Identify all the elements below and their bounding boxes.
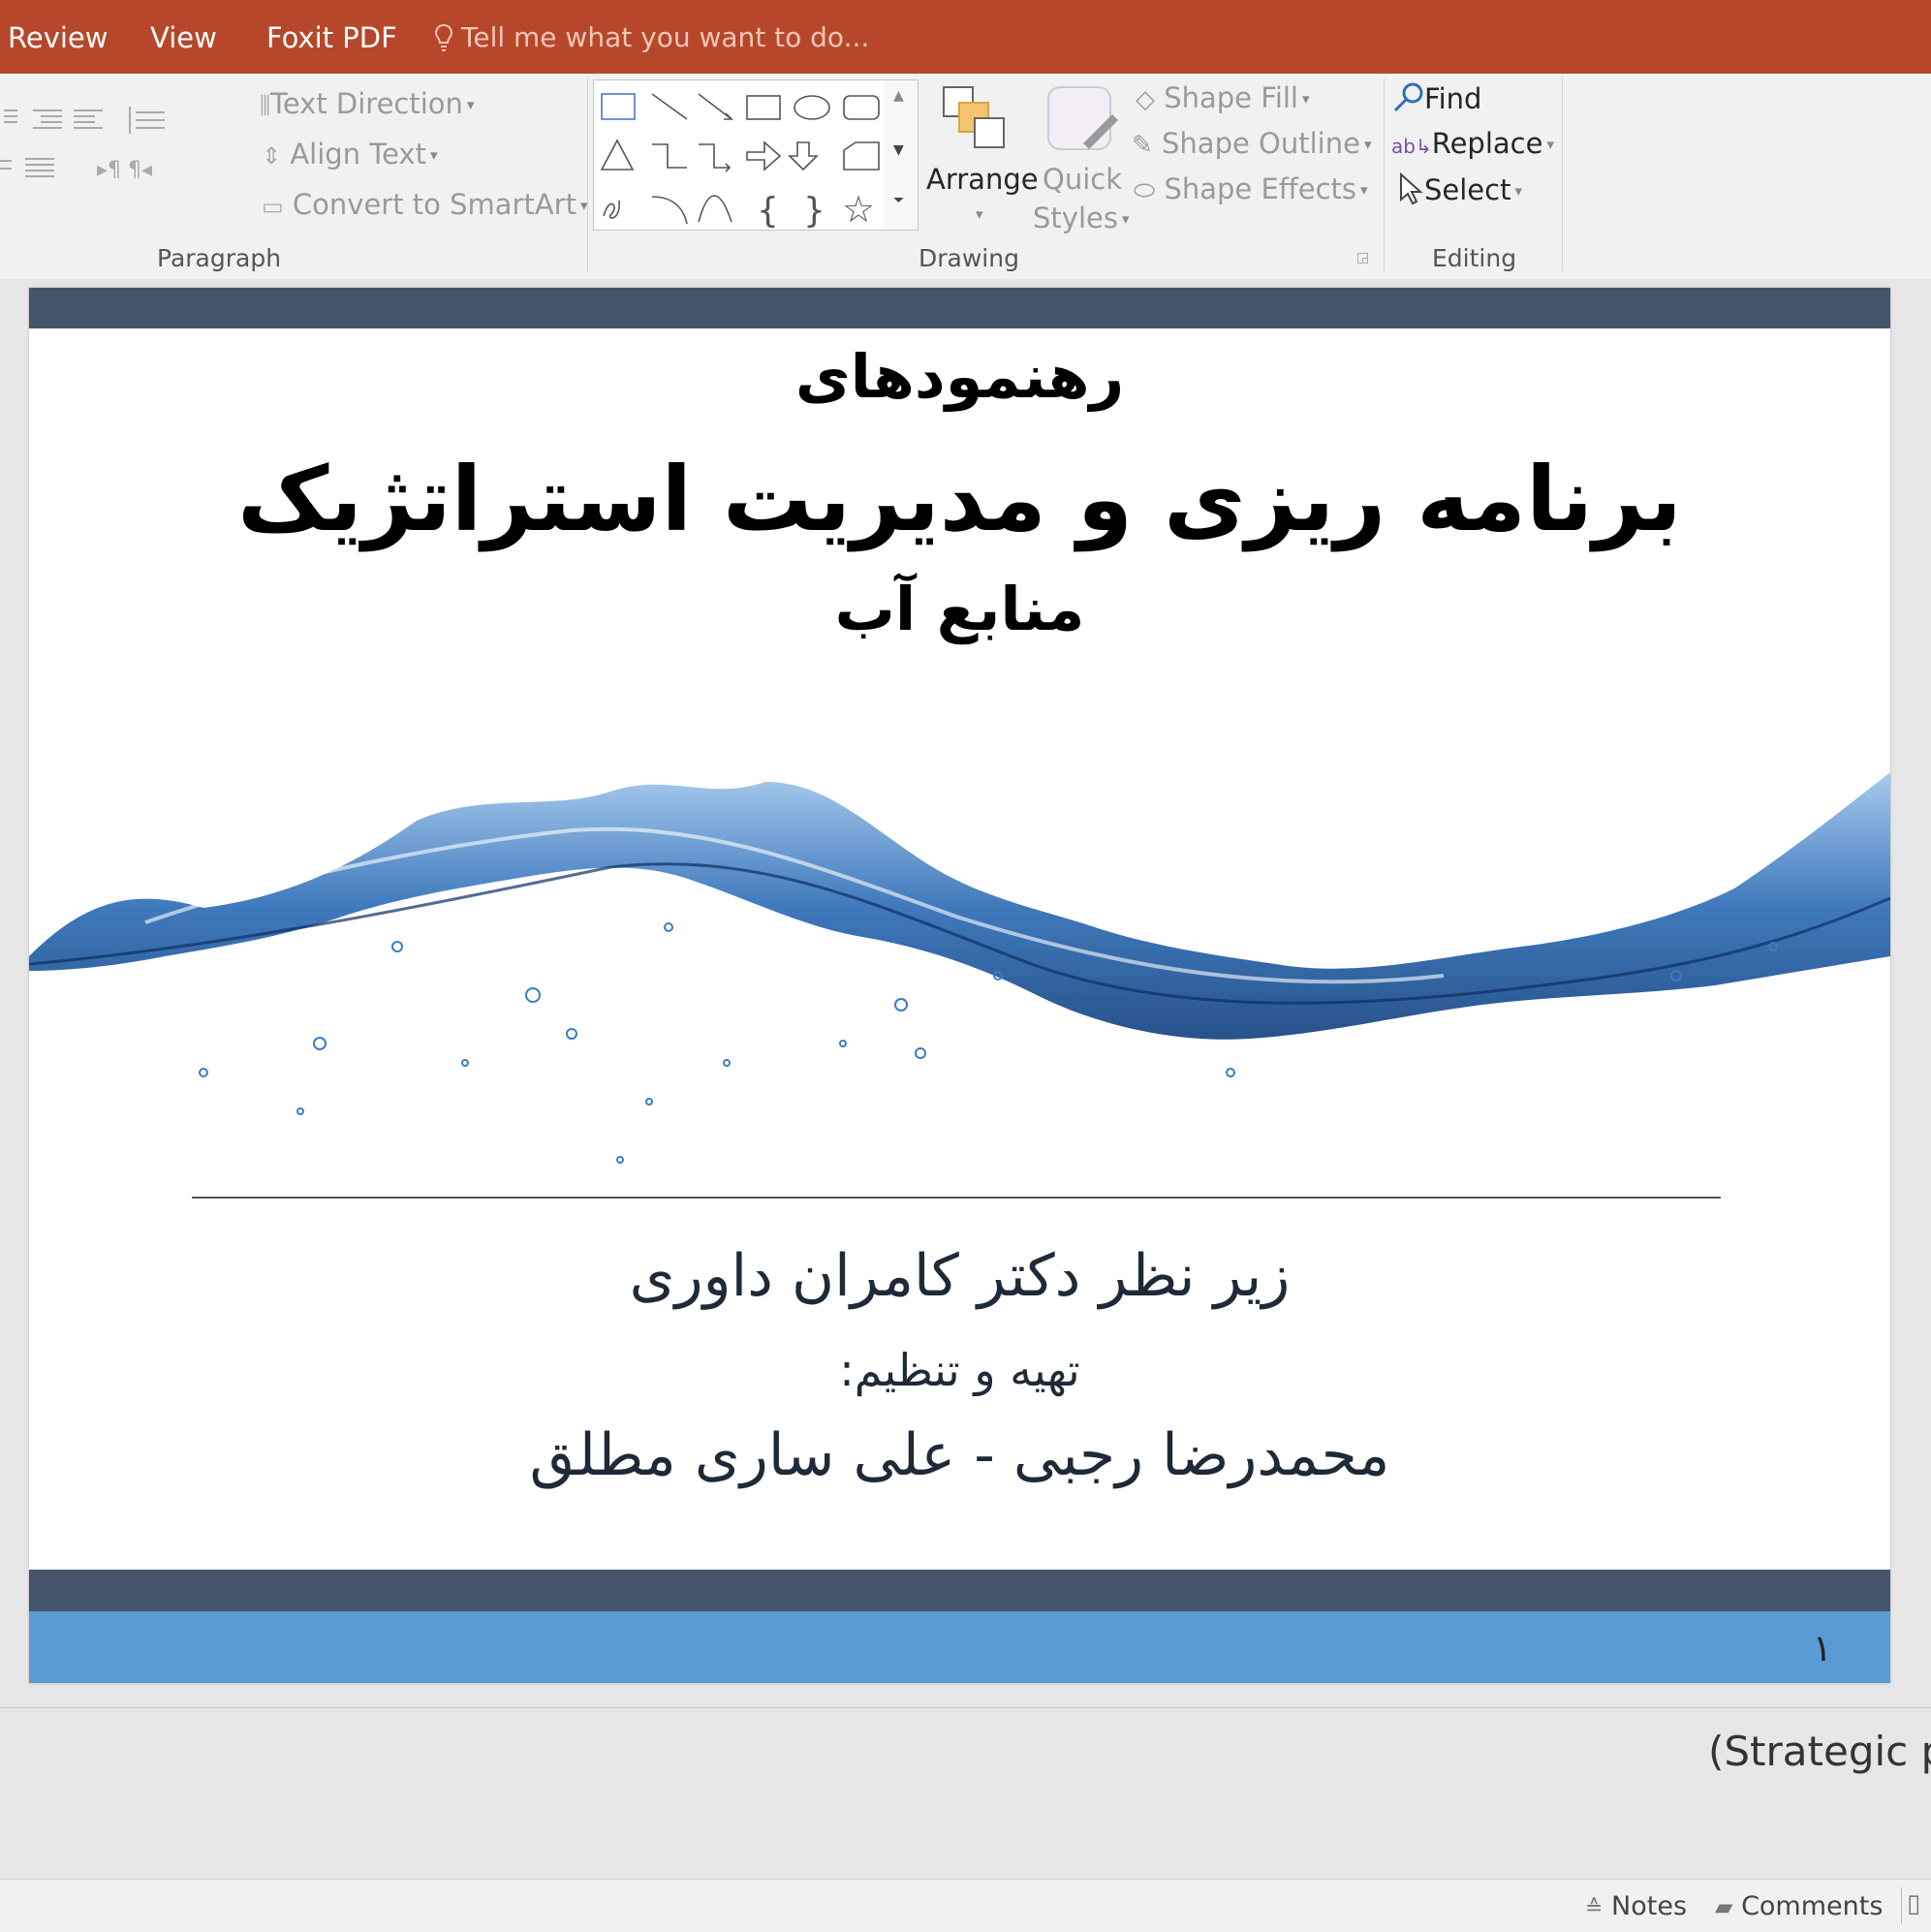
slide-top-band [29, 288, 1890, 328]
ribbon: ▸¶ ¶◂ ⫼Text Direction ▾ ⇕ Align Text ▾ ▭ C… [0, 74, 1931, 280]
tell-me-search[interactable]: Tell me what you want to do... [434, 21, 869, 53]
find-button[interactable]: Find [1391, 81, 1481, 115]
shape-outline-button[interactable]: ✎ Shape Outline ▾ [1132, 127, 1372, 160]
shape-fill-button[interactable]: ◇ Shape Fill ▾ [1136, 81, 1310, 114]
align-text-icon: ⇕ [262, 142, 282, 170]
cursor-icon [1400, 171, 1423, 205]
group-separator [1384, 78, 1385, 271]
lightbulb-icon [434, 23, 453, 51]
shape-effects-icon: ⬭ [1134, 176, 1156, 205]
smartart-icon: ▭ [262, 193, 284, 220]
slide-editor-area: رهنمودهای برنامه ریزی و مدیریت استراتژیک… [0, 279, 1931, 1707]
paragraph-group-label: Paragraph [157, 244, 282, 272]
arrange-dropdown-caret[interactable]: ▾ [976, 205, 983, 223]
svg-text:{: { [757, 191, 779, 230]
notes-toggle-button[interactable]: ≙ Notes [1585, 1891, 1687, 1921]
svg-text:▸¶ ¶◂: ▸¶ ¶◂ [97, 158, 152, 182]
drawing-dialog-launcher-icon[interactable]: ◲ [1356, 250, 1369, 265]
status-separator [1901, 1887, 1902, 1924]
slide-title-line1[interactable]: رهنمودهای [29, 341, 1890, 412]
ribbon-tab-bar: Review View Foxit PDF Tell me what you w… [0, 0, 1931, 74]
scroll-down-icon[interactable]: ▼ [893, 142, 904, 158]
replace-icon: ab↳ [1391, 135, 1432, 158]
normal-view-icon[interactable]: ▯ [1907, 1889, 1920, 1918]
shapes-gallery-scroll[interactable]: ▲ ▼ ⏷ [885, 79, 919, 231]
slide-1[interactable]: رهنمودهای برنامه ریزی و مدیریت استراتژیک… [29, 288, 1890, 1683]
shapes-gallery[interactable]: { } ☆ [593, 79, 886, 231]
group-separator [587, 78, 588, 271]
shape-effects-button[interactable]: ⬭ Shape Effects ▾ [1134, 172, 1368, 206]
arrange-button[interactable]: Arrange [926, 163, 1039, 196]
replace-button[interactable]: ab↳Replace ▾ [1391, 127, 1554, 160]
notes-icon: ≙ [1585, 1896, 1604, 1920]
editing-group-label: Editing [1432, 244, 1517, 272]
drawing-group-label: Drawing [919, 244, 1019, 272]
group-separator [1562, 78, 1563, 271]
svg-text:☆: ☆ [842, 188, 875, 230]
slide-prepared-by-label[interactable]: تهیه و تنظیم: [29, 1344, 1890, 1396]
select-button[interactable]: Select ▾ [1397, 171, 1522, 206]
align-text-button[interactable]: ⇕ Align Text ▾ [262, 138, 437, 171]
quick-styles-line2[interactable]: Styles ▾ [1033, 202, 1129, 234]
slide-authors[interactable]: محمدرضا رجبی - علی ساری مطلق [29, 1421, 1890, 1489]
text-direction-icon: ⫼ [260, 92, 271, 119]
slide-number: ۱ [1812, 1627, 1832, 1669]
water-splash-image[interactable] [29, 753, 1890, 1179]
paragraph-format-icons: ▸¶ ¶◂ [0, 107, 165, 182]
tell-me-placeholder: Tell me what you want to do... [461, 21, 870, 53]
magnifier-icon [1393, 82, 1423, 112]
pencil-icon: ✎ [1132, 131, 1153, 160]
slide-title-line3[interactable]: منابع آب [29, 574, 1890, 644]
notes-pane[interactable]: (Strategic p [0, 1708, 1931, 1879]
slide-bottom-band [29, 1570, 1890, 1611]
status-bar: ≙ Notes ▰ Comments ▯ [0, 1879, 1931, 1932]
slide-footer-band: ۱ [29, 1611, 1890, 1683]
paint-bucket-icon: ◇ [1136, 85, 1155, 114]
tab-review[interactable]: Review [8, 21, 108, 54]
comment-icon: ▰ [1715, 1893, 1733, 1920]
scroll-up-icon[interactable]: ▲ [893, 88, 904, 104]
tab-foxit-pdf[interactable]: Foxit PDF [266, 21, 397, 54]
slide-supervisor[interactable]: زیر نظر دکتر کامران داوری [29, 1242, 1890, 1310]
svg-text:}: } [803, 191, 825, 230]
convert-smartart-button[interactable]: ▭ Convert to SmartArt ▾ [262, 188, 588, 221]
comments-button[interactable]: ▰ Comments [1715, 1891, 1883, 1921]
gallery-more-icon[interactable]: ⏷ [893, 193, 904, 208]
slide-title-line2[interactable]: برنامه ریزی و مدیریت استراتژیک [29, 448, 1890, 551]
quick-styles-line1[interactable]: Quick [1043, 163, 1122, 196]
notes-text[interactable]: (Strategic p [1708, 1728, 1931, 1775]
arrange-icon [943, 86, 1005, 148]
text-direction-button[interactable]: ⫼Text Direction ▾ [260, 87, 474, 120]
slide-divider-line [192, 1197, 1721, 1199]
quick-styles-icon [1047, 86, 1118, 150]
tab-view[interactable]: View [150, 21, 217, 54]
shapes-gallery-icons: { } ☆ [600, 93, 880, 231]
